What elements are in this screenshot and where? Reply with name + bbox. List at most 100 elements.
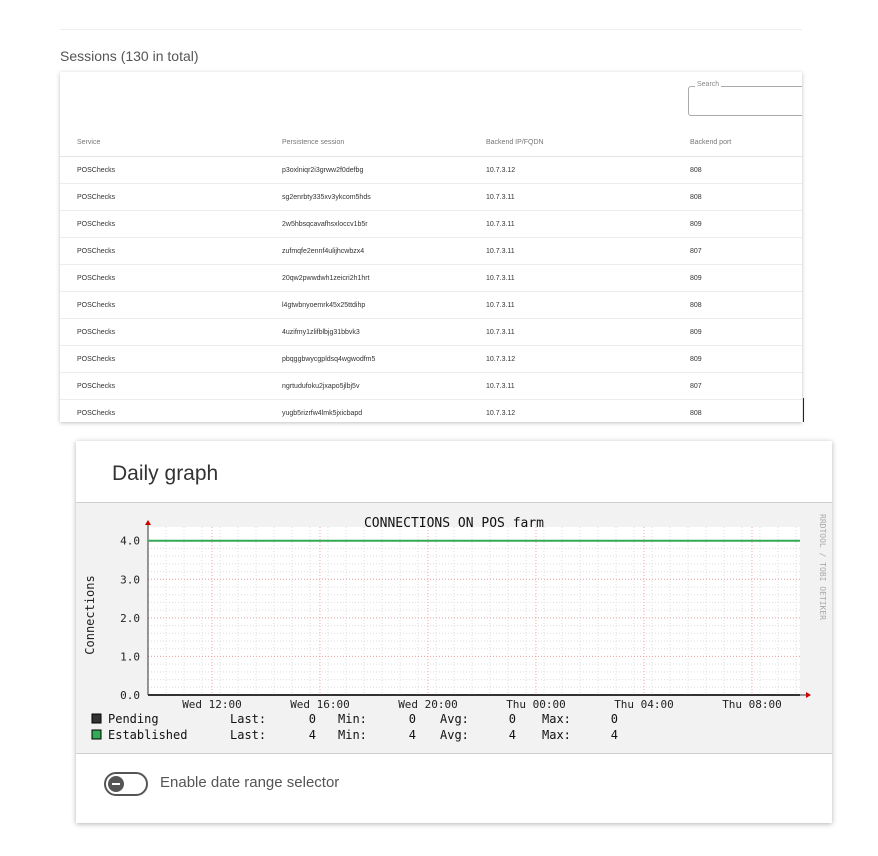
cell-service: POSChecks (60, 399, 282, 422)
cell-persistence-session: yugb5rizrfw4lmk5jxicbapd (282, 399, 486, 422)
cell-persistence-session: pbqggbwycgpldsq4wgwodfm5 (282, 345, 486, 373)
cell-persistence-session: zufmqfe2ennf4ulijhcwbzx4 (282, 237, 486, 265)
x-tick-label: Thu 08:00 (722, 698, 782, 711)
graph-card-title: Daily graph (112, 462, 219, 485)
legend-last-label: Last: (230, 712, 266, 726)
chart-svg: Wed 12:00 Wed 16:00 Wed 20:00 Thu 00:00 Thu … (83, 514, 827, 742)
column-header-persistence-session[interactable]: Persistence session (282, 128, 486, 157)
cell-backend-port: 808 (690, 291, 802, 319)
table-row[interactable]: POSChecks 20qw2pwwdwh1zeicri2h1hrt 10.7.3.… (60, 264, 802, 292)
cell-persistence-session: 4uzifmy1zlifblbjg31bbvk3 (282, 318, 486, 346)
cell-persistence-session: 20qw2pwwdwh1zeicri2h1hrt (282, 264, 486, 292)
cell-backend-ip: 10.7.3.11 (486, 372, 690, 400)
legend-min-label: Min: (338, 728, 367, 742)
connections-chart: Wed 12:00 Wed 16:00 Wed 20:00 Thu 00:00 Thu … (76, 502, 832, 754)
table-row[interactable]: POSChecks pbqggbwycgpldsq4wgwodfm5 10.7.3.… (60, 345, 802, 373)
cell-persistence-session: l4gtwbnyoemrk45x25ttdihp (282, 291, 486, 319)
cell-backend-ip: 10.7.3.12 (486, 399, 690, 422)
x-axis-arrow (806, 692, 811, 698)
cell-service: POSChecks (60, 183, 282, 211)
rrdtool-watermark: RRDTOOL / TOBI OETIKER (818, 514, 827, 620)
x-tick-label: Wed 16:00 (290, 698, 350, 711)
table-row[interactable]: POSChecks sg2enrbty335xv3ykcom5hds 10.7.3.… (60, 183, 802, 211)
cell-backend-port: 809 (690, 345, 802, 373)
cell-backend-port: 809 (690, 318, 802, 346)
cell-backend-ip: 10.7.3.11 (486, 291, 690, 319)
legend-max: 4 (611, 728, 618, 742)
cell-service: POSChecks (60, 372, 282, 400)
legend-max-label: Max: (542, 728, 571, 742)
table-row[interactable]: POSChecks l4gtwbnyoemrk45x25ttdihp 10.7.3.… (60, 291, 802, 319)
cell-backend-ip: 10.7.3.11 (486, 210, 690, 238)
table-row[interactable]: POSChecks yugb5rizrfw4lmk5jxicbapd 10.7.3.… (60, 399, 802, 422)
table-row[interactable]: POSChecks ngrtudufoku2jxapo5jlbj5v 10.7.3.… (60, 372, 802, 400)
cell-persistence-session: 2w5hbsqcavafhsxloccv1b5r (282, 210, 486, 238)
scroll-edge (803, 398, 804, 422)
cell-backend-ip: 10.7.3.11 (486, 318, 690, 346)
cell-service: POSChecks (60, 210, 282, 238)
x-tick-label: Wed 20:00 (398, 698, 458, 711)
cell-service: POSChecks (60, 291, 282, 319)
legend-min-label: Min: (338, 712, 367, 726)
legend-min: 0 (409, 712, 416, 726)
legend-last: 4 (309, 728, 316, 742)
cell-backend-port: 807 (690, 237, 802, 265)
legend-name: Pending (108, 712, 159, 726)
plot-background (148, 527, 800, 695)
column-header-service[interactable]: Service (60, 128, 282, 157)
y-tick-label: 3.0 (120, 573, 140, 586)
cell-backend-port: 808 (690, 156, 802, 184)
search-input[interactable]: Search (688, 81, 802, 116)
table-row[interactable]: POSChecks 4uzifmy1zlifblbjg31bbvk3 10.7.3.… (60, 318, 802, 346)
cell-backend-port: 809 (690, 264, 802, 292)
date-range-toggle[interactable] (104, 772, 148, 796)
table-row[interactable]: POSChecks 2w5hbsqcavafhsxloccv1b5r 10.7.3.… (60, 210, 802, 238)
table-row[interactable]: POSChecks p3oxlniqr2i3grww2f0defbg 10.7.3.… (60, 156, 802, 184)
cell-service: POSChecks (60, 318, 282, 346)
y-tick-label: 0.0 (120, 689, 140, 702)
cell-backend-port: 808 (690, 183, 802, 211)
legend-last: 0 (309, 712, 316, 726)
legend-max: 0 (611, 712, 618, 726)
legend-swatch-pending (91, 713, 102, 724)
sessions-title: Sessions (130 in total) (60, 48, 199, 64)
cell-persistence-session: sg2enrbty335xv3ykcom5hds (282, 183, 486, 211)
cell-backend-ip: 10.7.3.11 (486, 264, 690, 292)
sessions-card: Search Service Persistence session Backe… (60, 72, 802, 422)
sessions-table: Service Persistence session Backend IP/F… (60, 128, 802, 422)
legend-avg: 0 (509, 712, 516, 726)
y-axis-label: Connections (83, 575, 97, 654)
legend-min: 4 (409, 728, 416, 742)
x-tick-label: Wed 12:00 (182, 698, 242, 711)
legend-swatch-established (91, 729, 102, 740)
cell-backend-ip: 10.7.3.12 (486, 156, 690, 184)
cell-backend-port: 808 (690, 399, 802, 422)
cell-service: POSChecks (60, 345, 282, 373)
toggle-off-icon (108, 776, 124, 792)
cell-backend-ip: 10.7.3.11 (486, 237, 690, 265)
y-tick-label: 2.0 (120, 612, 140, 625)
column-header-backend-port[interactable]: Backend port (690, 128, 802, 157)
chart-title: CONNECTIONS ON POS farm (364, 516, 544, 531)
search-label: Search (695, 81, 722, 88)
y-tick-label: 1.0 (120, 650, 140, 663)
cell-backend-ip: 10.7.3.12 (486, 345, 690, 373)
legend-max-label: Max: (542, 712, 571, 726)
cell-persistence-session: p3oxlniqr2i3grww2f0defbg (282, 156, 486, 184)
column-header-backend-ip[interactable]: Backend IP/FQDN (486, 128, 690, 157)
cell-service: POSChecks (60, 237, 282, 265)
legend-avg: 4 (509, 728, 516, 742)
table-header-row: Service Persistence session Backend IP/F… (60, 128, 802, 157)
cell-backend-ip: 10.7.3.11 (486, 183, 690, 211)
x-tick-label: Thu 00:00 (506, 698, 566, 711)
table-row[interactable]: POSChecks zufmqfe2ennf4ulijhcwbzx4 10.7.3.… (60, 237, 802, 265)
y-tick-label: 4.0 (120, 535, 140, 548)
date-range-toggle-label: Enable date range selector (160, 774, 340, 791)
cell-backend-port: 809 (690, 210, 802, 238)
top-divider (60, 29, 802, 30)
legend-avg-label: Avg: (440, 728, 469, 742)
y-axis-arrow (145, 520, 151, 525)
legend-name: Established (108, 728, 187, 742)
cell-service: POSChecks (60, 264, 282, 292)
legend-avg-label: Avg: (440, 712, 469, 726)
